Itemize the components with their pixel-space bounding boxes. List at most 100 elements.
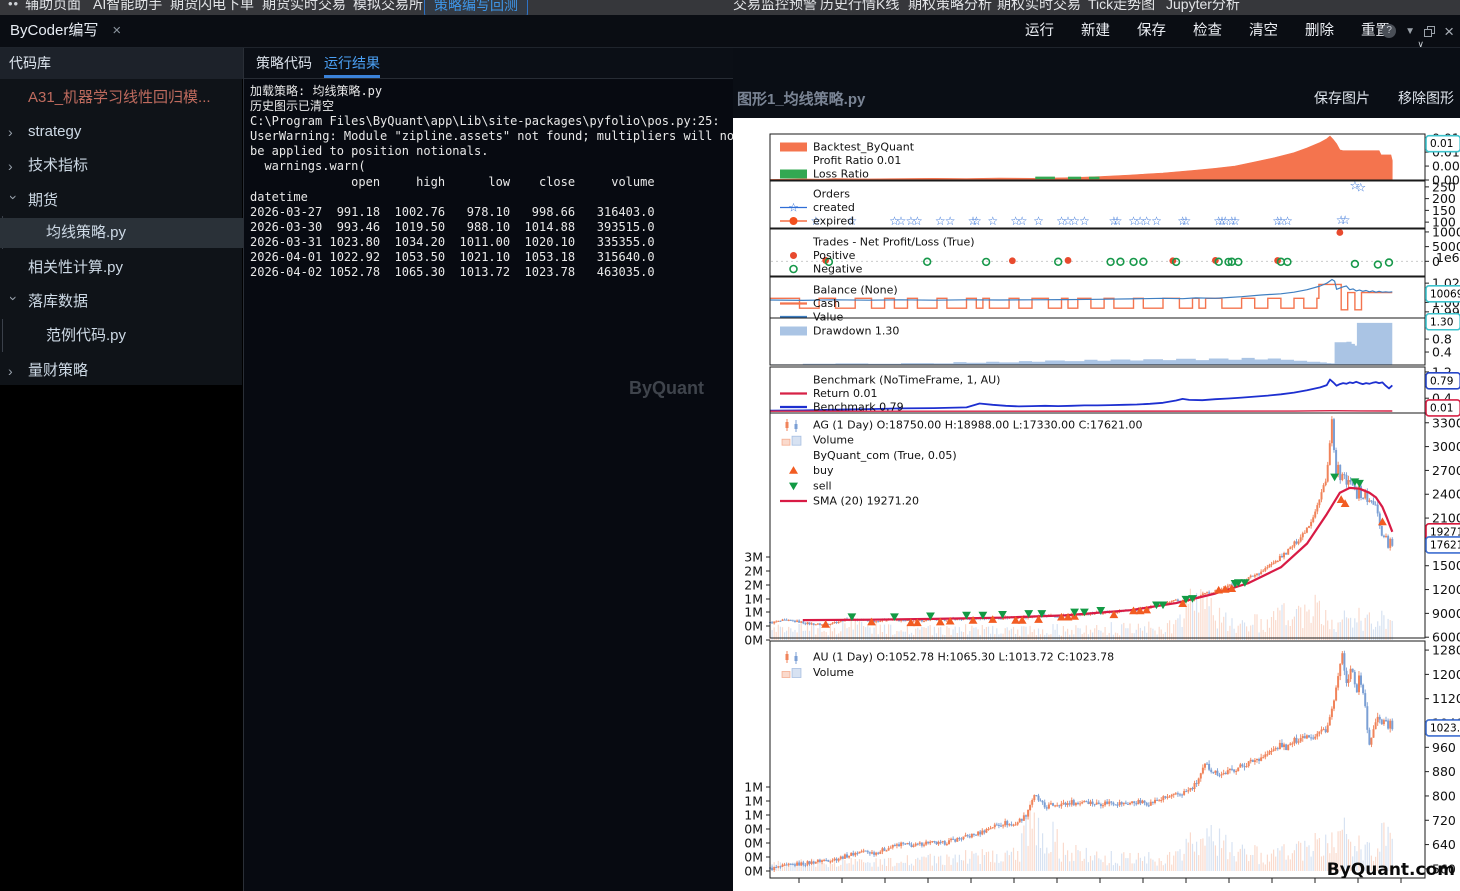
svg-text:Volume: Volume: [813, 666, 854, 679]
svg-text:Negative: Negative: [813, 263, 863, 276]
menu-item-5[interactable]: 模拟交易所: [353, 0, 423, 14]
tab-close-icon[interactable]: ×: [112, 22, 121, 39]
sidebar-item-4[interactable]: ›期货: [0, 186, 243, 216]
chevron-collapsed-icon[interactable]: ›: [8, 117, 20, 147]
dropdown-icon[interactable]: ▼: [1405, 26, 1415, 37]
menu-item-2[interactable]: AI智能助手: [93, 0, 162, 14]
svg-text:Positive: Positive: [813, 249, 856, 262]
drag-handle-icon[interactable]: ••: [8, 0, 19, 14]
editor-tab-1[interactable]: 策略代码: [256, 48, 312, 78]
menu-item-7[interactable]: 交易监控预警: [733, 0, 817, 14]
toolbar-action-6[interactable]: 删除: [1305, 15, 1334, 47]
svg-text:Trades - Net Profit/Loss (True: Trades - Net Profit/Loss (True): [812, 236, 975, 249]
svg-text:Profit Ratio 0.01: Profit Ratio 0.01: [813, 154, 901, 167]
remove-figure-button[interactable]: 移除图形: [1398, 88, 1454, 108]
chevron-expanded-icon[interactable]: ›: [0, 296, 29, 308]
sidebar-item-3[interactable]: › 技术指标: [0, 151, 243, 181]
toolbar-action-5[interactable]: 清空: [1249, 15, 1278, 47]
svg-text:Return 0.01: Return 0.01: [813, 387, 878, 400]
svg-text:33000: 33000: [1432, 415, 1460, 430]
svg-text:1280: 1280: [1432, 643, 1460, 658]
svg-text:880: 880: [1432, 764, 1456, 779]
menu-item-6[interactable]: 策略编写回测: [424, 0, 528, 15]
svg-text:☆: ☆: [1230, 214, 1241, 228]
svg-text:0M: 0M: [744, 836, 763, 851]
svg-text:Volume: Volume: [813, 434, 854, 447]
svg-text:☆: ☆: [788, 201, 799, 215]
svg-text:9000: 9000: [1432, 606, 1460, 621]
menu-item-9[interactable]: 期权策略分析: [908, 0, 992, 14]
svg-text:Drawdown 1.30: Drawdown 1.30: [813, 325, 899, 338]
svg-text:27000: 27000: [1432, 463, 1460, 478]
svg-text:SMA (20) 19271.20: SMA (20) 19271.20: [813, 495, 919, 508]
sidebar-item-8[interactable]: 范例代码.py: [0, 321, 243, 351]
sidebar-item-1[interactable]: A31_机器学习线性回归模...: [0, 83, 243, 113]
figure-title: 图形1_均线策略.py: [737, 88, 865, 109]
svg-text:0M: 0M: [744, 864, 763, 879]
menu-item-1[interactable]: 辅助页面: [25, 0, 81, 14]
svg-text:created: created: [813, 201, 855, 214]
svg-text:2M: 2M: [744, 578, 763, 593]
svg-text:0.79: 0.79: [1430, 375, 1453, 387]
save-image-button[interactable]: 保存图片: [1314, 88, 1370, 108]
sidebar-item-5[interactable]: 均线策略.py: [0, 218, 243, 248]
svg-text:0M: 0M: [744, 619, 763, 634]
sidebar-item-7[interactable]: ›落库数据: [0, 287, 243, 317]
sidebar-item-label: A31_机器学习线性回归模...: [28, 83, 211, 113]
sidebar-title: 代码库: [0, 48, 243, 79]
chevron-collapsed-icon[interactable]: ›: [8, 151, 20, 181]
svg-text:1M: 1M: [744, 794, 763, 809]
restore-window-icon[interactable]: [1424, 26, 1435, 37]
svg-text:Loss Ratio: Loss Ratio: [813, 168, 869, 181]
toolbar-action-4[interactable]: 检查: [1193, 15, 1222, 47]
svg-text:1120: 1120: [1432, 691, 1460, 706]
svg-text:0M: 0M: [744, 633, 763, 648]
editor-panel: 策略代码运行结果 加载策略: 均线策略.py 历史图示已清空 C:\Progra…: [243, 48, 733, 891]
console-output: 加载策略: 均线策略.py 历史图示已清空 C:\Program Files\B…: [250, 84, 741, 280]
console-watermark: ByQuant: [629, 378, 704, 399]
menu-item-4[interactable]: 期货实时交易: [262, 0, 346, 14]
sidebar-item-2[interactable]: › strategy: [0, 117, 243, 147]
toolbar-action-1[interactable]: 运行: [1025, 15, 1054, 47]
sidebar-item-9[interactable]: ›量财策略: [0, 356, 243, 386]
menu-item-10[interactable]: 期权实时交易: [997, 0, 1081, 14]
svg-text:1.30: 1.30: [1430, 316, 1453, 328]
sidebar-item-label: strategy: [28, 117, 81, 147]
toolbar-action-3[interactable]: 保存: [1137, 15, 1166, 47]
svg-text:30000: 30000: [1432, 439, 1460, 454]
svg-text:☆: ☆: [945, 214, 956, 228]
menu-item-11[interactable]: Tick走势图: [1088, 0, 1155, 14]
chevron-expanded-icon[interactable]: ›: [0, 195, 29, 207]
svg-text:0.01: 0.01: [1430, 402, 1453, 414]
svg-text:☆: ☆: [971, 214, 982, 228]
svg-text:1e6: 1e6: [1436, 250, 1460, 265]
svg-text:1M: 1M: [744, 605, 763, 620]
svg-text:0.01: 0.01: [1430, 138, 1453, 150]
svg-text:12000: 12000: [1432, 582, 1460, 597]
toolbar-action-2[interactable]: 新建: [1081, 15, 1110, 47]
svg-text:Benchmark 0.79: Benchmark 0.79: [813, 401, 904, 414]
svg-text:720: 720: [1432, 813, 1456, 828]
svg-text:0M: 0M: [744, 850, 763, 865]
close-window-icon[interactable]: ×: [1444, 23, 1454, 40]
chevron-collapsed-icon[interactable]: ›: [8, 356, 20, 386]
editor-tabs: 策略代码运行结果: [244, 48, 733, 79]
menu-bar: •• 辅助页面 AI智能助手期货闪电下单期货实时交易模拟交易所策略编写回测 交易监控…: [0, 0, 1460, 15]
sidebar-item-label: 技术指标: [28, 151, 88, 181]
svg-text:800: 800: [1432, 788, 1456, 803]
svg-text:Benchmark (NoTimeFrame, 1, AU): Benchmark (NoTimeFrame, 1, AU): [813, 374, 1000, 387]
app-root: •• 辅助页面 AI智能助手期货闪电下单期货实时交易模拟交易所策略编写回测 交易监控…: [0, 0, 1460, 891]
menu-item-8[interactable]: 历史行情K线: [820, 0, 899, 14]
chart-pane: 图形1_均线策略.py 保存图片 移除图形 Backtest_ByQuantPr…: [733, 48, 1460, 891]
tab-bycoder-label: ByCoder编写: [10, 22, 98, 39]
svg-text:☆: ☆: [1355, 180, 1366, 194]
sidebar-item-6[interactable]: 相关性计算.py: [0, 253, 243, 283]
menu-item-12[interactable]: Jupyter分析: [1166, 0, 1240, 14]
svg-text:10000: 10000: [1432, 224, 1460, 239]
help-icon[interactable]: ?: [1382, 24, 1396, 38]
sidebar: 代码库 A31_机器学习线性回归模... › strategy › 技术指标 ›期货均线策…: [0, 48, 243, 891]
tab-bycoder[interactable]: ByCoder编写 ×: [10, 15, 121, 47]
menu-item-3[interactable]: 期货闪电下单: [170, 0, 254, 14]
svg-text:☆: ☆: [1079, 214, 1090, 228]
editor-tab-2[interactable]: 运行结果: [324, 48, 380, 78]
